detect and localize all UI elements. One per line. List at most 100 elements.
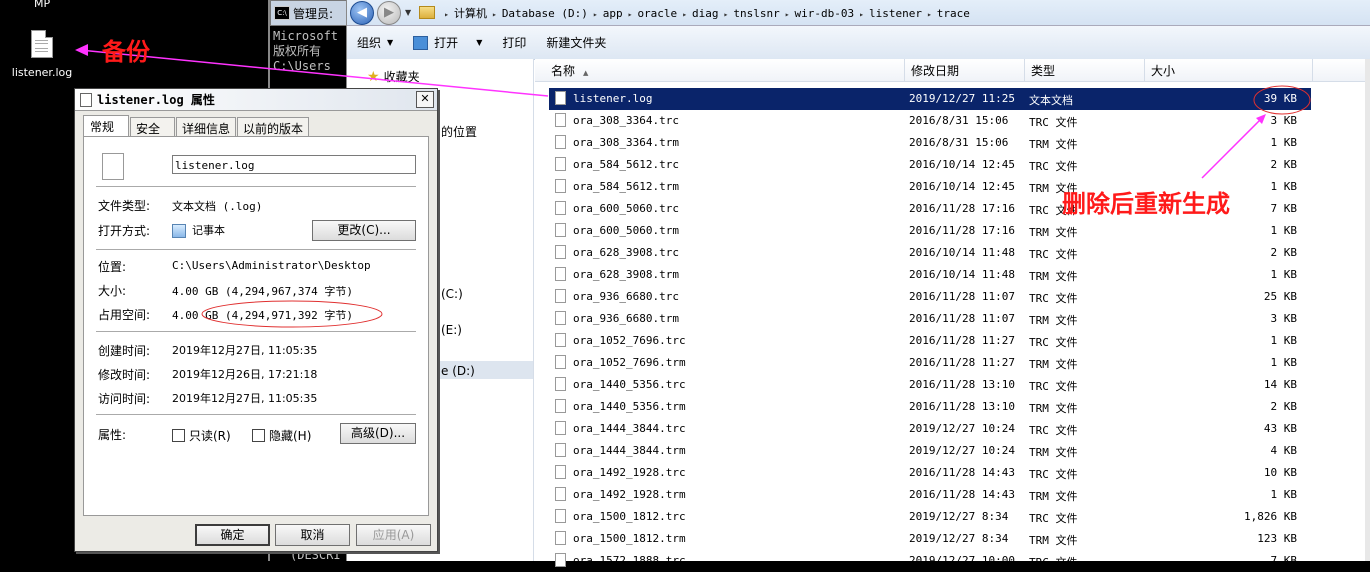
file-row[interactable]: ora_600_5060.trm 2016/11/28 17:16 TRM 文件 1 … — [549, 220, 1311, 242]
file-row[interactable]: ora_1500_1812.trm 2019/12/27 8:34 TRM 文件 12… — [549, 528, 1311, 550]
column-size[interactable]: 大小 — [1145, 59, 1313, 81]
sort-up-icon: ▲ — [583, 69, 589, 77]
file-type: TRM 文件 — [1029, 314, 1078, 327]
file-row[interactable]: ora_308_3364.trc 2016/8/31 15:06 TRC 文件 3 K… — [549, 110, 1311, 132]
breadcrumb-separator-icon[interactable]: ▸ — [492, 10, 497, 19]
column-modified[interactable]: 修改日期 — [905, 59, 1025, 81]
file-row[interactable]: ora_1440_5356.trm 2016/11/28 13:10 TRM 文件 2… — [549, 396, 1311, 418]
file-size: 1 KB — [1270, 356, 1298, 369]
nav-drive-c[interactable]: (C:) — [441, 287, 463, 301]
file-size: 1 KB — [1270, 334, 1298, 347]
file-icon — [555, 289, 566, 303]
breadcrumb-item[interactable]: trace — [937, 7, 970, 20]
nav-favorites[interactable]: ★ 收藏夹 — [367, 68, 420, 85]
apply-button[interactable]: 应用(A) — [356, 524, 431, 546]
print-button[interactable]: 打印 — [492, 34, 536, 51]
column-type[interactable]: 类型 — [1025, 59, 1145, 81]
file-list: 名称 ▲ 修改日期 类型 大小 listener.log 2019/12/27 11… — [535, 59, 1370, 569]
created-label: 创建时间: — [98, 344, 151, 358]
file-date: 2016/11/28 17:16 — [909, 202, 1015, 215]
breadcrumb-item[interactable]: diag — [692, 7, 719, 20]
cmd-icon: C:\ — [274, 6, 290, 20]
file-icon — [555, 245, 566, 259]
forward-button[interactable]: ▶ — [377, 0, 401, 25]
file-row[interactable]: ora_1052_7696.trc 2016/11/28 11:27 TRC 文件 1… — [549, 330, 1311, 352]
file-date: 2016/10/14 11:48 — [909, 268, 1015, 281]
filename-field[interactable]: listener.log — [172, 155, 416, 174]
file-type: TRM 文件 — [1029, 490, 1078, 503]
breadcrumb-item[interactable]: 计算机 — [454, 7, 487, 20]
hidden-checkbox[interactable]: 隐藏(H) — [252, 427, 311, 444]
nav-drive-d[interactable]: e (D:) — [441, 364, 475, 378]
change-button[interactable]: 更改(C)... — [312, 220, 416, 241]
breadcrumb[interactable]: ▸ 计算机 ▸ Database (D:) ▸ app ▸ oracle ▸ diag ▸ tnsls… — [439, 5, 970, 21]
file-name: ora_1444_3844.trc — [573, 422, 686, 435]
file-row[interactable]: ora_1440_5356.trc 2016/11/28 13:10 TRC 文件 1… — [549, 374, 1311, 396]
breadcrumb-separator-icon[interactable]: ▸ — [682, 10, 687, 19]
breadcrumb-item[interactable]: Database (D:) — [502, 7, 588, 20]
file-name: ora_628_3908.trc — [573, 246, 679, 259]
breadcrumb-separator-icon[interactable]: ▸ — [444, 10, 449, 19]
new-folder-label: 新建文件夹 — [546, 36, 607, 50]
column-name[interactable]: 名称 ▲ — [535, 59, 905, 81]
cancel-button[interactable]: 取消 — [275, 524, 350, 546]
file-row[interactable]: ora_936_6680.trc 2016/11/28 11:07 TRC 文件 25… — [549, 286, 1311, 308]
file-row[interactable]: ora_1052_7696.trm 2016/11/28 11:27 TRM 文件 1… — [549, 352, 1311, 374]
file-row[interactable]: ora_584_5612.trc 2016/10/14 12:45 TRC 文件 2 … — [549, 154, 1311, 176]
command-bar: 组织 ▼ 打开 ▼ 打印 新建文件夹 — [347, 26, 1370, 60]
dialog-titlebar[interactable]: listener.log 属性 — [75, 89, 437, 111]
ok-button[interactable]: 确定 — [195, 524, 270, 546]
file-row[interactable]: ora_1492_1928.trc 2016/11/28 14:43 TRC 文件 1… — [549, 462, 1311, 484]
breadcrumb-separator-icon[interactable]: ▸ — [927, 10, 932, 19]
file-row[interactable]: listener.log 2019/12/27 11:25 文本文档 39 KB — [549, 88, 1311, 110]
breadcrumb-separator-icon[interactable]: ▸ — [628, 10, 633, 19]
file-type: TRC 文件 — [1029, 380, 1078, 393]
breadcrumb-item[interactable]: listener — [869, 7, 922, 20]
breadcrumb-separator-icon[interactable]: ▸ — [593, 10, 598, 19]
file-date: 2016/10/14 12:45 — [909, 158, 1015, 171]
back-button[interactable]: ◀ — [350, 0, 374, 25]
readonly-checkbox[interactable]: 只读(R) — [172, 427, 231, 444]
file-size: 1 KB — [1270, 268, 1298, 281]
nav-recent-places[interactable]: 的位置 — [441, 123, 477, 140]
file-icon — [555, 509, 566, 523]
checkbox-box — [172, 429, 185, 442]
file-date: 2016/11/28 11:07 — [909, 312, 1015, 325]
breadcrumb-separator-icon[interactable]: ▸ — [785, 10, 790, 19]
size-label: 大小: — [98, 284, 127, 298]
notepad-icon — [413, 35, 429, 50]
breadcrumb-separator-icon[interactable]: ▸ — [724, 10, 729, 19]
organize-button[interactable]: 组织 ▼ — [347, 34, 403, 51]
breadcrumb-item[interactable]: tnslsnr — [733, 7, 779, 20]
history-dropdown-icon[interactable]: ▼ — [405, 8, 411, 17]
file-icon — [555, 179, 566, 193]
attributes-label: 属性: — [98, 428, 127, 442]
file-type: TRC 文件 — [1029, 424, 1078, 437]
file-row[interactable]: ora_628_3908.trm 2016/10/14 11:48 TRM 文件 1 … — [549, 264, 1311, 286]
file-date: 2016/10/14 12:45 — [909, 180, 1015, 193]
cmd-titlebar[interactable]: C:\ 管理员: — [270, 0, 352, 26]
close-button[interactable]: ✕ — [416, 91, 434, 108]
file-type: TRC 文件 — [1029, 292, 1078, 305]
new-folder-button[interactable]: 新建文件夹 — [536, 34, 616, 51]
nav-drive-e[interactable]: (E:) — [441, 323, 462, 337]
file-row[interactable]: ora_1572_1888.trc 2019/12/27 10:00 TRC 文件 7… — [549, 550, 1311, 572]
file-row[interactable]: ora_1444_3844.trc 2019/12/27 10:24 TRC 文件 4… — [549, 418, 1311, 440]
breadcrumb-item[interactable]: oracle — [637, 7, 677, 20]
advanced-button[interactable]: 高级(D)... — [340, 423, 416, 444]
breadcrumb-separator-icon[interactable]: ▸ — [859, 10, 864, 19]
file-row[interactable]: ora_936_6680.trm 2016/11/28 11:07 TRM 文件 3 … — [549, 308, 1311, 330]
breadcrumb-item[interactable]: wir-db-03 — [795, 7, 855, 20]
file-row[interactable]: ora_1500_1812.trc 2019/12/27 8:34 TRC 文件 1,… — [549, 506, 1311, 528]
file-date: 2016/11/28 14:43 — [909, 488, 1015, 501]
desktop-file-listener-log[interactable]: listener.log — [6, 30, 78, 79]
open-button[interactable]: 打开 ▼ — [403, 34, 492, 51]
vertical-scrollbar[interactable] — [1365, 59, 1370, 561]
backup-annotation: 备份 — [102, 38, 150, 66]
breadcrumb-item[interactable]: app — [603, 7, 623, 20]
file-size: 2 KB — [1270, 158, 1298, 171]
file-row[interactable]: ora_1444_3844.trm 2019/12/27 10:24 TRM 文件 4… — [549, 440, 1311, 462]
file-row[interactable]: ora_628_3908.trc 2016/10/14 11:48 TRC 文件 2 … — [549, 242, 1311, 264]
file-row[interactable]: ora_1492_1928.trm 2016/11/28 14:43 TRM 文件 1… — [549, 484, 1311, 506]
file-row[interactable]: ora_308_3364.trm 2016/8/31 15:06 TRM 文件 1 K… — [549, 132, 1311, 154]
